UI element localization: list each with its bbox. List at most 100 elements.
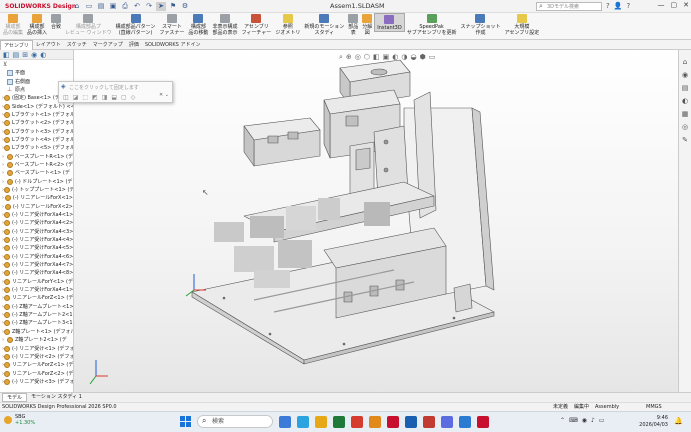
tree-item[interactable]: › (-) リニア受けForXa4<1>: [2, 211, 73, 219]
tree-item[interactable]: 平面: [2, 69, 73, 77]
new-motion-study-button[interactable]: 新規のモーション スタディ: [302, 13, 346, 36]
open-icon[interactable]: ▤: [96, 2, 106, 11]
taskbar-app-icon-7[interactable]: [405, 415, 417, 428]
tree-item[interactable]: › リニアレールForY<1> (デ: [2, 278, 73, 286]
tree-item[interactable]: ›Lブラケット<5> (デフォルト): [2, 144, 73, 152]
insert-component-button[interactable]: 構成部 品の挿入: [25, 13, 49, 36]
dimxpert-tab-icon[interactable]: ◉: [31, 51, 37, 59]
tree-item[interactable]: › (-) Z軸アームプレート2<1>: [2, 311, 73, 319]
task-pane-icon-2[interactable]: ▤: [682, 84, 689, 92]
taskbar-app-icon-5[interactable]: [369, 415, 381, 428]
taskbar-app-icon-11[interactable]: [477, 415, 489, 428]
mate-button[interactable]: 合致: [49, 13, 63, 30]
taskbar-app-icon-6[interactable]: [387, 415, 399, 428]
taskbar-app-icon-10[interactable]: [459, 415, 471, 428]
tree-item[interactable]: › (-) リニア受けForXa4<1>: [2, 286, 73, 294]
redo-icon[interactable]: ↷: [144, 2, 154, 11]
large-assembly-button[interactable]: 大規模 アセンブリ設定: [502, 13, 541, 36]
popup-tool-icon-7[interactable]: ◇: [131, 94, 136, 101]
app-logo[interactable]: SOLIDWORKS Design: [0, 2, 76, 10]
expand-icon[interactable]: ›: [2, 153, 7, 161]
taskbar-app-icon-2[interactable]: [315, 415, 327, 428]
tree-item[interactable]: › (-) リニアレールForX<2>: [2, 203, 73, 211]
start-button[interactable]: [180, 416, 191, 427]
new-icon[interactable]: ▭: [84, 2, 94, 11]
taskbar-app-icon-4[interactable]: [351, 415, 363, 428]
tree-item[interactable]: › (-) Z軸アームプレート<1>: [2, 303, 73, 311]
tree-item[interactable]: ›Z軸プレート<1> (デフォルト): [2, 328, 73, 336]
tab-5[interactable]: SOLIDWORKS アドイン: [142, 40, 204, 50]
notification-bell-icon[interactable]: 🔔: [674, 417, 683, 425]
tree-item[interactable]: › (-) トッププレート<1> (デ: [2, 186, 73, 194]
tab-3[interactable]: マークアップ: [90, 40, 126, 50]
tab-0[interactable]: アセンブリ: [0, 39, 33, 50]
tree-item[interactable]: › (-) リニア受けForXa4<8>: [2, 269, 73, 277]
instant3d-button[interactable]: Instant3D: [374, 13, 405, 32]
bottom-tab-0[interactable]: モデル: [2, 393, 28, 402]
select-icon[interactable]: ➤: [156, 1, 166, 11]
tree-item[interactable]: ›Lブラケット<3> (デフォルト): [2, 127, 73, 135]
tree-item[interactable]: › (-) リニア受けForXa4<6>: [2, 253, 73, 261]
undo-icon[interactable]: ↶: [132, 2, 142, 11]
tree-item[interactable]: ›Lブラケット<1> (デフォルト): [2, 111, 73, 119]
linear-pattern-button[interactable]: 構成部品パターン (直線パターン): [114, 13, 158, 36]
popup-tool-icon-3[interactable]: ◩: [92, 94, 98, 101]
assembly-features-button[interactable]: アセンブリ フィーチャー: [239, 13, 273, 36]
widgets-button[interactable]: SBG +1.30%: [4, 414, 35, 426]
tray-icon-3[interactable]: ♪: [591, 417, 595, 424]
show-hidden-button[interactable]: 非表示構成 部品の表示: [210, 13, 239, 36]
task-pane-icon-6[interactable]: ✎: [682, 136, 688, 144]
tree-item[interactable]: › (-) リニア受け<1> (デフォ: [2, 344, 73, 352]
tab-1[interactable]: レイアウト: [33, 40, 64, 50]
search-input[interactable]: 3Dモデル検索: [536, 2, 602, 11]
tree-item[interactable]: › リニアレールForZ<1> (デ: [2, 294, 73, 302]
title-icon-2[interactable]: ?: [626, 2, 630, 10]
tree-item[interactable]: ›Lブラケット<2> (デフォルト): [2, 119, 73, 127]
tree-item[interactable]: › (-) Z軸アームプレート3<1>: [2, 319, 73, 327]
title-icon-0[interactable]: ?: [606, 2, 610, 10]
tree-item[interactable]: › Z軸プレート2<1> (デ: [2, 336, 73, 344]
task-pane-icon-4[interactable]: ▦: [682, 110, 689, 118]
context-toolbar-popup[interactable]: ◈ ここをクリックして固定します ◫ ◪ ⬚ ◩ ◨ ⬓ ▢ ◇ ✕ ⌄: [58, 81, 173, 103]
tree-item[interactable]: › (-) リニア受けForXa4<7>: [2, 261, 73, 269]
taskbar-app-icon-9[interactable]: [441, 415, 453, 428]
tree-item[interactable]: › (-) リニア受け<3> (デフォ: [2, 378, 73, 386]
task-pane-icon-1[interactable]: ◉: [682, 71, 688, 79]
tray-icon-2[interactable]: ◉: [582, 417, 587, 424]
move-component-button[interactable]: 構成部 品の移動: [186, 13, 210, 36]
options-icon[interactable]: ⚙: [180, 2, 190, 11]
tray-icon-4[interactable]: ▭: [599, 417, 605, 424]
component-preview-button[interactable]: 構成部品プ レビュー ウィンドウ: [63, 13, 114, 36]
tree-item[interactable]: › (-) リニアレールForX<1>: [2, 194, 73, 202]
popup-tool-icon-4[interactable]: ◨: [102, 94, 108, 101]
tree-item[interactable]: › (-) リニア受けForXa4<4>: [2, 236, 73, 244]
task-pane-icon-3[interactable]: ◐: [682, 97, 688, 105]
popup-tool-icon-0[interactable]: ◫: [63, 94, 69, 101]
tree-item[interactable]: › ベースプレート<1> (デ: [2, 169, 73, 177]
pin-icon[interactable]: ◈: [61, 83, 66, 90]
bom-button[interactable]: 部品 表: [346, 13, 360, 36]
popup-tool-icon-1[interactable]: ◪: [73, 94, 79, 101]
tree-item[interactable]: › リニアレールForZ<2> (デ: [2, 369, 73, 377]
tab-4[interactable]: 評価: [126, 40, 142, 50]
speedpak-button[interactable]: SpeedPak サブアセンブリを更新: [405, 13, 459, 36]
title-icon-1[interactable]: 👤: [614, 2, 623, 10]
task-pane-icon-0[interactable]: ⌂: [683, 58, 687, 66]
minimize-icon[interactable]: —: [658, 1, 665, 9]
taskbar-app-icon-0[interactable]: [279, 415, 291, 428]
configuration-manager-tab-icon[interactable]: ⊞: [22, 51, 28, 59]
tree-item[interactable]: › (-) ドルプレート<1> (デ: [2, 177, 73, 185]
expand-icon[interactable]: ›: [2, 161, 7, 169]
task-pane-icon-5[interactable]: ◎: [682, 123, 688, 131]
rebuild-icon[interactable]: ⚑: [168, 2, 178, 11]
tree-item[interactable]: ›Lブラケット<4> (デフォルト): [2, 136, 73, 144]
tree-item[interactable]: › (-) リニア受け<2> (デフォ: [2, 353, 73, 361]
taskbar-app-icon-8[interactable]: [423, 415, 435, 428]
bottom-tab-1[interactable]: モーション スタディ 1: [27, 393, 86, 402]
taskbar-app-icon-1[interactable]: [297, 415, 309, 428]
snapshot-button[interactable]: スナップショット 作成: [458, 13, 502, 36]
popup-close-icon[interactable]: ✕ ⌄: [159, 92, 169, 98]
smart-fasteners-button[interactable]: スマート ファスナー: [157, 13, 186, 36]
tree-item[interactable]: › (-) リニア受けForXa4<3>: [2, 228, 73, 236]
maximize-icon[interactable]: ▢: [671, 1, 678, 9]
